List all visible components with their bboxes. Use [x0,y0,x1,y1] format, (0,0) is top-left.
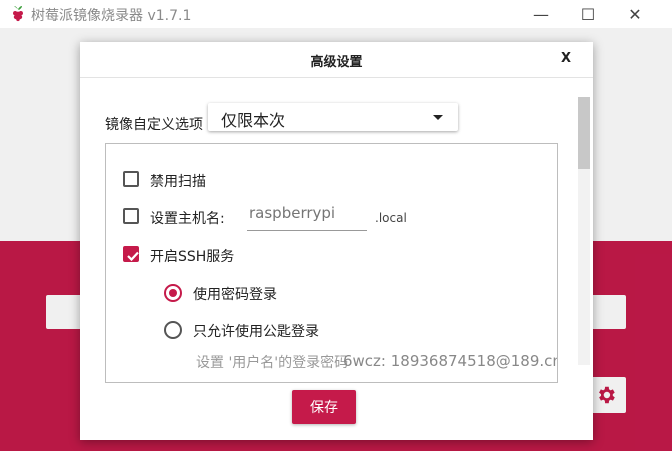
scrollbar-thumb[interactable] [578,97,590,169]
dialog-header: 高级设置 X [80,42,593,78]
dialog-title: 高级设置 [310,55,363,70]
settings-panel: 禁用扫描 设置主机名: .local 开启SSH服务 使用密码登录 只允许使用公… [105,143,558,383]
password-auth-label: 使用密码登录 [193,287,277,303]
enable-ssh-checkbox[interactable] [123,246,139,262]
set-hostname-label: 设置主机名: [150,211,225,227]
password-row-label: 设置 '用户名'的登录密码 [196,355,349,371]
image-option-value: 仅限本次 [221,111,286,130]
hostname-field [247,200,367,231]
dialog-close-button[interactable]: X [561,51,571,66]
set-hostname-checkbox[interactable] [123,208,139,224]
pubkey-auth-label: 只允许使用公匙登录 [193,324,319,340]
disable-scan-checkbox[interactable] [123,171,139,187]
app-title: 树莓派镜像烧录器 v1.7.1 [31,8,192,24]
checkmark-icon [127,251,139,262]
hostname-input[interactable] [247,200,367,226]
password-row-value: 6wcz: 18936874518@189.cn [343,352,558,370]
hostname-suffix: .local [375,211,407,225]
window-close-button[interactable]: ✕ [612,0,658,28]
close-icon: ✕ [628,4,642,24]
password-auth-radio[interactable] [164,284,182,302]
maximize-icon: ☐ [580,4,596,24]
maximize-button[interactable]: ☐ [565,0,611,28]
title-bar: 树莓派镜像烧录器 v1.7.1 — ☐ ✕ [0,0,672,28]
save-button[interactable]: 保存 [292,390,356,424]
enable-ssh-label: 开启SSH服务 [150,249,235,265]
pubkey-auth-radio[interactable] [164,321,182,339]
advanced-settings-dialog: 高级设置 X 镜像自定义选项 仅限本次 禁用扫描 设置主机名: .local 开… [80,42,593,440]
disable-scan-label: 禁用扫描 [150,174,206,190]
minimize-button[interactable]: — [518,0,564,28]
chevron-down-icon [433,115,443,120]
image-option-select[interactable]: 仅限本次 [208,103,458,131]
minimize-icon: — [533,4,549,24]
raspberry-logo-icon [13,6,23,22]
image-option-label: 镜像自定义选项 [105,117,203,133]
